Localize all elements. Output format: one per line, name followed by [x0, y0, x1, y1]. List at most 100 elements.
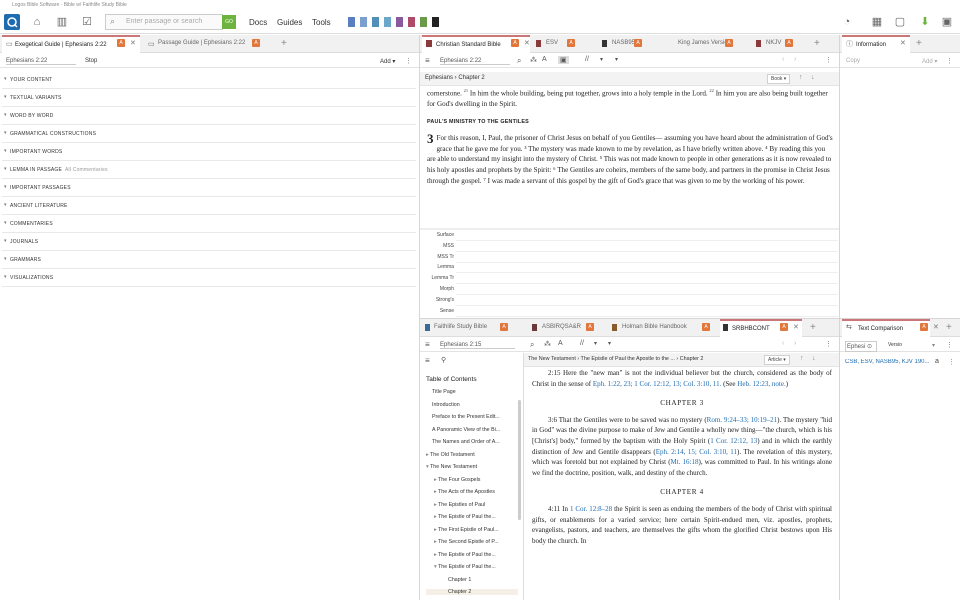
toc-menu-icon[interactable]: ≡ — [425, 356, 430, 365]
panel-menu-icon[interactable]: ⋮ — [946, 57, 953, 65]
scripture-link[interactable]: Mt. 16:18 — [671, 458, 699, 466]
toc-scrollbar[interactable] — [518, 400, 521, 520]
parallel-icon[interactable]: // — [585, 56, 589, 63]
toc-item[interactable]: ▸ The Epistle of Paul the... — [426, 552, 518, 558]
tab-nkjv[interactable]: NKJV — [754, 35, 804, 53]
reference-input[interactable]: Ephesians 2:22 — [440, 58, 510, 65]
documents-icon[interactable]: ☑ — [80, 15, 94, 29]
reference-input[interactable]: Ephesians 2:15 — [440, 342, 515, 349]
scripture-link[interactable]: Rom. 9:24–33; 10:19–21 — [707, 416, 777, 424]
guide-section[interactable]: ▾ JOURNALS — [2, 233, 416, 251]
interlinear-icon[interactable]: ▣ — [558, 56, 569, 64]
toc-item[interactable]: Introduction — [426, 402, 518, 408]
guide-section[interactable]: ▾ ANCIENT LITERATURE — [2, 197, 416, 215]
versions-link[interactable]: CSB, ESV, NASB95, KJV 190... — [845, 359, 935, 365]
panel-menu-icon[interactable]: ⋮ — [825, 56, 832, 64]
add-tab-icon[interactable]: + — [946, 322, 952, 333]
guide-section[interactable]: ▾ VISUALIZATIONS — [2, 269, 416, 287]
close-icon[interactable]: ✕ — [524, 39, 530, 47]
help-icon[interactable]: ▣ — [940, 15, 954, 29]
guide-section[interactable]: ▾ IMPORTANT PASSAGES — [2, 179, 416, 197]
down-arrow-icon[interactable]: ↓ — [812, 355, 816, 362]
guides-menu[interactable]: Guides — [277, 18, 302, 27]
tools-menu[interactable]: Tools — [312, 18, 331, 27]
add-tab-icon[interactable]: + — [810, 322, 816, 333]
menu-icon[interactable]: ≡ — [425, 340, 430, 349]
go-button[interactable]: GO — [222, 15, 236, 29]
panel-menu-icon[interactable]: ⋮ — [946, 341, 953, 349]
toc-item[interactable]: A Panoramic View of the Bi... — [426, 427, 518, 433]
guide-section[interactable]: ▾ COMMENTARIES — [2, 215, 416, 233]
panel-menu-icon[interactable]: ⋮ — [948, 358, 955, 366]
forward-icon[interactable]: › — [794, 56, 796, 63]
chevron-down-icon[interactable]: ▾ — [615, 56, 618, 63]
section-note[interactable]: All Commentaries — [65, 167, 108, 173]
scripture-link[interactable]: Eph. 2:14, 15; Col. 3:10, 11 — [656, 448, 737, 456]
toc-item[interactable]: ▸ The Acts of the Apostles — [426, 489, 518, 495]
toc-item[interactable]: Preface to the Present Edit... — [426, 414, 518, 420]
home-page-icon[interactable]: ⌂ — [30, 15, 44, 29]
add-tab-icon[interactable]: + — [814, 38, 820, 49]
close-icon[interactable]: ✕ — [933, 323, 939, 331]
download-icon[interactable]: ⬇ — [918, 15, 932, 29]
panel-menu-icon[interactable]: ⋮ — [405, 57, 412, 65]
toc-item[interactable]: ▸ The Epistle of Paul the... — [426, 514, 518, 520]
back-icon[interactable]: ‹ — [782, 340, 784, 347]
sync-icon[interactable]: ◔ — [840, 15, 854, 29]
copy-button[interactable]: Copy — [846, 58, 860, 64]
forward-icon[interactable]: › — [794, 340, 796, 347]
search-icon[interactable]: ⌕ — [530, 340, 534, 350]
toc-item[interactable]: ▸ The Old Testament — [426, 452, 518, 458]
guide-section[interactable]: ▾ TEXTUAL VARIANTS — [2, 89, 416, 107]
up-arrow-icon[interactable]: ↑ — [800, 355, 804, 362]
tab-esv[interactable]: ESV — [534, 35, 584, 53]
down-arrow-icon[interactable]: ↓ — [811, 74, 815, 81]
pin-icon[interactable]: ⚲ — [441, 356, 446, 364]
saved-layout-3[interactable] — [384, 17, 391, 27]
add-button[interactable]: Add ▾ — [380, 58, 395, 65]
breadcrumb[interactable]: The New Testament › The Epistle of Paul … — [528, 356, 758, 362]
reference-input[interactable]: Ephesians 2:22 — [6, 58, 76, 65]
parallel-icon[interactable]: // — [580, 340, 584, 347]
tab-srbhbcont[interactable]: SRBHBCONT — [720, 319, 802, 337]
toc-item[interactable]: ▸ The Epistles of Paul — [426, 502, 518, 508]
add-button[interactable]: Add ▾ — [922, 58, 937, 65]
saved-layout-1[interactable] — [360, 17, 367, 27]
toc-item[interactable]: ▸ The Second Epistle of P... — [426, 539, 518, 545]
comparison-mode-icon[interactable]: a — [935, 358, 939, 365]
toc-item[interactable]: Chapter 2 — [426, 589, 518, 595]
panel-menu-icon[interactable]: ▢ — [893, 15, 907, 29]
back-icon[interactable]: ‹ — [782, 56, 784, 63]
add-tab-icon[interactable]: + — [916, 38, 922, 49]
chevron-down-icon[interactable]: ▾ — [932, 342, 935, 349]
text-icon[interactable]: A — [542, 56, 547, 63]
saved-layout-7[interactable] — [432, 17, 439, 27]
scripture-link[interactable]: Eph. 1:22, 23; 1 Cor. 12:12, 13; Col. 3:… — [593, 380, 721, 388]
chevron-down-icon[interactable]: ▾ — [600, 56, 603, 63]
toc-item[interactable]: The Names and Order of A... — [426, 439, 518, 445]
add-tab-icon[interactable]: + — [281, 38, 287, 49]
saved-layout-4[interactable] — [396, 17, 403, 27]
search-input[interactable]: Enter passage or search — [105, 14, 223, 30]
article-button[interactable]: Article ▾ — [764, 355, 790, 365]
reference-input[interactable]: Ephesi ⊙ — [845, 341, 877, 352]
search-icon[interactable]: ⌕ — [517, 56, 521, 66]
version-dropdown[interactable]: Versio — [888, 342, 902, 348]
chevron-down-icon[interactable]: ▾ — [608, 340, 611, 347]
visual-filter-icon[interactable]: ⁂ — [544, 340, 551, 348]
saved-layout-0[interactable] — [348, 17, 355, 27]
saved-layout-5[interactable] — [408, 17, 415, 27]
panel-menu-icon[interactable]: ⋮ — [825, 340, 832, 348]
text-icon[interactable]: A — [558, 340, 563, 347]
guide-section[interactable]: ▾ WORD BY WORD — [2, 107, 416, 125]
toc-item[interactable]: Chapter 1 — [426, 577, 518, 583]
tab-holman-bible-handbook[interactable]: Holman Bible Handbook — [610, 319, 700, 337]
home-button[interactable] — [4, 14, 20, 30]
scripture-link[interactable]: 1 Cor. 12:12, 13 — [710, 437, 757, 445]
toc-item[interactable]: ▸ The Four Gospels — [426, 477, 518, 483]
scripture-link[interactable]: 1 Cor. 12:8–28 — [570, 505, 612, 513]
library-icon[interactable]: ▥ — [55, 15, 69, 29]
toc-item[interactable]: ▸ The First Epistle of Paul... — [426, 527, 518, 533]
layouts-icon[interactable]: ▦ — [870, 15, 884, 29]
toc-item[interactable]: ▾ The Epistle of Paul the... — [426, 564, 518, 570]
